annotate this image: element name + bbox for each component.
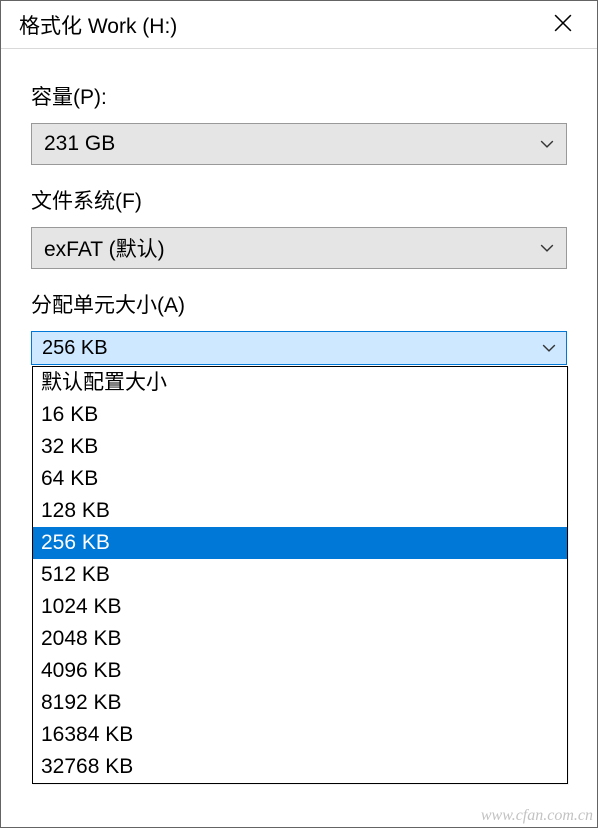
allocation-label: 分配单元大小(A): [31, 289, 567, 319]
allocation-option[interactable]: 32 KB: [33, 431, 567, 463]
chevron-down-icon: [540, 241, 554, 255]
allocation-option[interactable]: 256 KB: [33, 527, 567, 559]
allocation-option[interactable]: 1024 KB: [33, 591, 567, 623]
allocation-option[interactable]: 128 KB: [33, 495, 567, 527]
allocation-value: 256 KB: [42, 337, 108, 360]
filesystem-select[interactable]: exFAT (默认): [31, 227, 567, 269]
allocation-option[interactable]: 64 KB: [33, 463, 567, 495]
allocation-option[interactable]: 默认配置大小: [33, 367, 567, 399]
window-title: 格式化 Work (H:): [19, 10, 177, 40]
allocation-select[interactable]: 256 KB: [31, 331, 567, 365]
capacity-label: 容量(P):: [31, 81, 567, 111]
close-icon: [554, 12, 572, 38]
allocation-option[interactable]: 16 KB: [33, 399, 567, 431]
chevron-down-icon: [542, 341, 556, 355]
allocation-dropdown-list[interactable]: 默认配置大小16 KB32 KB64 KB128 KB256 KB512 KB1…: [32, 366, 568, 784]
allocation-option[interactable]: 2048 KB: [33, 623, 567, 655]
allocation-option[interactable]: 512 KB: [33, 559, 567, 591]
capacity-value: 231 GB: [44, 132, 115, 156]
format-dialog: 格式化 Work (H:) 容量(P): 231 GB 文件系统(F) exFA…: [0, 0, 598, 828]
allocation-option[interactable]: 32768 KB: [33, 751, 567, 783]
allocation-option[interactable]: 16384 KB: [33, 719, 567, 751]
close-button[interactable]: [543, 5, 583, 45]
capacity-select[interactable]: 231 GB: [31, 123, 567, 165]
allocation-option[interactable]: 4096 KB: [33, 655, 567, 687]
allocation-option[interactable]: 8192 KB: [33, 687, 567, 719]
dialog-body: 容量(P): 231 GB 文件系统(F) exFAT (默认) 分配单元大小(…: [1, 49, 597, 365]
filesystem-value: exFAT (默认): [44, 233, 165, 263]
filesystem-label: 文件系统(F): [31, 185, 567, 215]
watermark: www.cfan.com.cn: [481, 807, 593, 825]
titlebar: 格式化 Work (H:): [1, 1, 597, 49]
chevron-down-icon: [540, 137, 554, 151]
